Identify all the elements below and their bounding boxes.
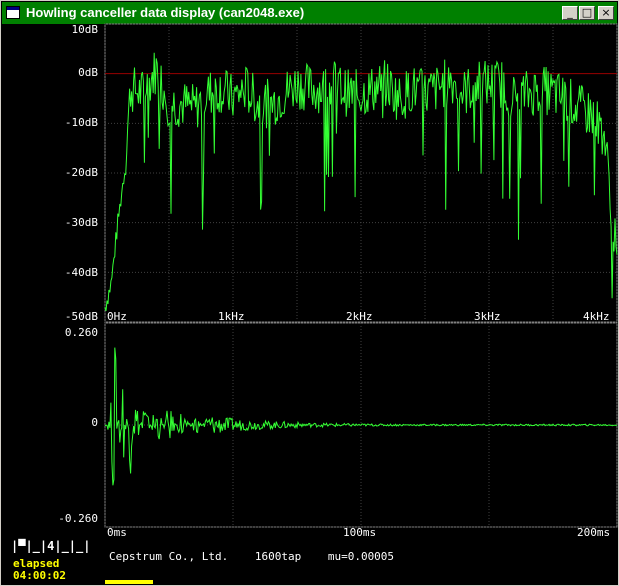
channel-indicator: |▀|_|4|_|_| <box>11 539 91 553</box>
plots-canvas <box>104 23 618 528</box>
spectrum-x-tick-label: 3kHz <box>474 310 501 323</box>
elapsed-time: 04:00:02 <box>13 569 66 582</box>
cepstrum-y-tick-label: 0.260 <box>64 326 98 339</box>
spectrum-y-tick-label: -30dB <box>64 216 98 229</box>
status-line: Cepstrum Co., Ltd. 1600tap mu=0.00005 <box>109 550 414 563</box>
cepstrum-x-tick-label: 100ms <box>343 526 377 539</box>
mu-value: mu=0.00005 <box>327 550 395 563</box>
spectrum-x-tick-label: 0Hz <box>107 310 127 323</box>
app-window: Howling canceller data display (can2048.… <box>0 0 619 586</box>
spectrum-y-tick-label: 0dB <box>78 66 98 79</box>
spectrum-y-tick-label: -50dB <box>64 310 98 323</box>
spectrum-y-tick-label: -40dB <box>64 266 98 279</box>
spectrum-y-tick-label: -10dB <box>64 116 98 129</box>
cepstrum-y-tick-label: -0.260 <box>58 512 98 525</box>
cepstrum-y-tick-label: 0 <box>91 416 98 429</box>
tap-count: 1600tap <box>254 550 302 563</box>
cepstrum-x-tick-label: 200ms <box>577 526 611 539</box>
spectrum-x-tick-label: 1kHz <box>218 310 245 323</box>
company-name: Cepstrum Co., Ltd. <box>109 550 229 563</box>
spectrum-x-tick-label: 4kHz <box>583 310 610 323</box>
cepstrum-x-tick-label: 0ms <box>107 526 127 539</box>
spectrum-y-tick-label: 10dB <box>71 23 99 36</box>
progress-bar <box>105 580 153 584</box>
spectrum-x-tick-label: 2kHz <box>346 310 373 323</box>
spectrum-y-tick-label: -20dB <box>64 166 98 179</box>
